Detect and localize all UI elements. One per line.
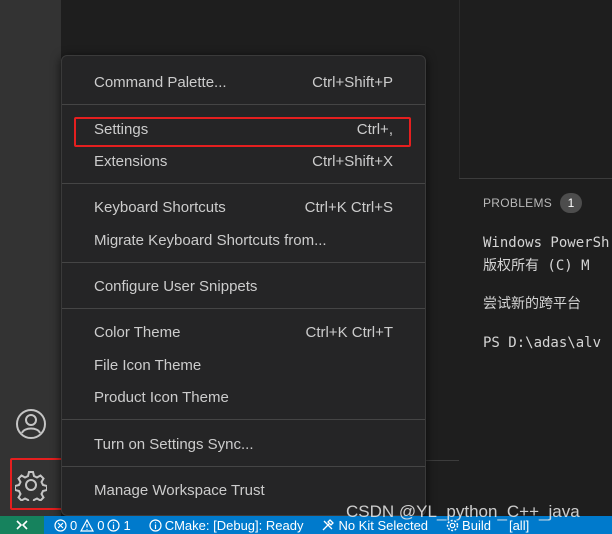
menu-item-color-theme[interactable]: Color Theme Ctrl+K Ctrl+T (62, 316, 425, 348)
warning-count: 0 (97, 517, 105, 533)
menu-item-settings-sync[interactable]: Turn on Settings Sync... (62, 428, 425, 460)
terminal-line: 尝试新的跨平台 (483, 296, 581, 312)
terminal-line: PS D:\adas\alv (483, 335, 602, 351)
error-icon (54, 518, 67, 532)
menu-item-command-palette[interactable]: Command Palette... Ctrl+Shift+P (62, 66, 425, 98)
menu-item-file-icon-theme[interactable]: File Icon Theme (62, 349, 425, 381)
watermark: CSDN @YL_python_C++_java (346, 502, 580, 521)
menu-item-user-snippets[interactable]: Configure User Snippets (62, 270, 425, 302)
menu-separator (62, 419, 425, 420)
menu-item-product-icon-theme[interactable]: Product Icon Theme (62, 381, 425, 413)
info-icon (149, 518, 162, 532)
problem-count-badge: 1 (560, 193, 583, 213)
bottom-panel: PROBLEMS 1 Windows PowerSh 版权所有 (C) M 尝试… (459, 178, 612, 516)
menu-separator (62, 104, 425, 105)
terminal-line: Windows PowerSh (483, 235, 610, 251)
tab-problems[interactable]: PROBLEMS 1 (483, 193, 583, 213)
info-count: 1 (123, 517, 131, 533)
menu-separator (62, 308, 425, 309)
menu-item-migrate-shortcuts[interactable]: Migrate Keyboard Shortcuts from... (62, 224, 425, 256)
menu-item-keyboard-shortcuts[interactable]: Keyboard Shortcuts Ctrl+K Ctrl+S (62, 191, 425, 223)
info-icon (107, 518, 121, 532)
remote-indicator[interactable] (0, 516, 44, 534)
cmake-label: CMake: [Debug]: Ready (164, 517, 304, 533)
menu-separator (62, 183, 425, 184)
highlight-box-settings (74, 117, 411, 147)
tab-problems-label: PROBLEMS (483, 196, 553, 210)
problems-status[interactable]: 0 0 1 (54, 518, 131, 533)
tools-icon (322, 519, 335, 531)
activity-bar (0, 0, 90, 516)
menu-item-extensions[interactable]: Extensions Ctrl+Shift+X (62, 145, 425, 177)
editor-group-right[interactable] (459, 0, 612, 178)
menu-separator (62, 262, 425, 263)
account-icon[interactable] (13, 406, 49, 442)
cmake-status[interactable]: CMake: [Debug]: Ready (149, 517, 304, 533)
error-count: 0 (70, 517, 78, 533)
menu-separator (62, 466, 425, 467)
terminal-line: 版权所有 (C) M (483, 258, 590, 274)
warning-icon (80, 518, 95, 532)
remote-icon (16, 520, 28, 530)
